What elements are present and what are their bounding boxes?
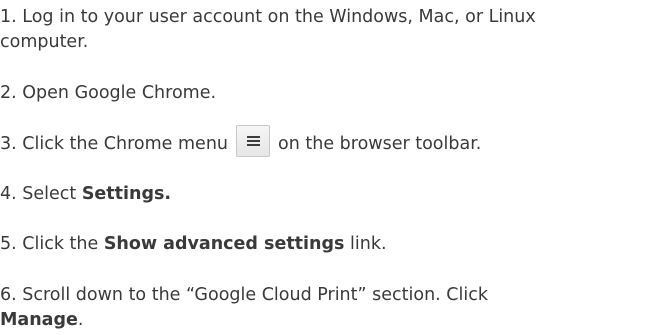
step-5-text-after: link. bbox=[344, 234, 387, 254]
step-1: 1. Log in to your user account on the Wi… bbox=[0, 5, 536, 55]
instruction-document: 1. Log in to your user account on the Wi… bbox=[0, 0, 649, 335]
step-1-line-1: 1. Log in to your user account on the Wi… bbox=[0, 7, 536, 27]
menu-bar-top bbox=[247, 136, 261, 138]
step-5-text-before: 5. Click the bbox=[0, 234, 104, 254]
step-5-advanced-settings-label: Show advanced settings bbox=[103, 234, 345, 254]
menu-bar-middle bbox=[247, 140, 261, 142]
step-4-settings-label: Settings. bbox=[81, 184, 172, 204]
menu-bar-bottom bbox=[247, 144, 261, 146]
step-1-line-2: computer. bbox=[0, 32, 89, 52]
step-6-text-after: . bbox=[77, 310, 84, 330]
step-4-text-before: 4. Select bbox=[0, 184, 82, 204]
step-6: 6. Scroll down to the “Google Cloud Prin… bbox=[0, 283, 488, 333]
step-2-text: 2. Open Google Chrome. bbox=[0, 83, 217, 103]
chrome-menu-icon bbox=[236, 125, 271, 157]
step-3: 3. Click the Chrome menu on the browser t… bbox=[0, 125, 482, 157]
step-5: 5. Click the Show advanced settings link… bbox=[0, 232, 387, 257]
step-2: 2. Open Google Chrome. bbox=[0, 81, 216, 106]
step-3-text-after: on the browser toolbar. bbox=[278, 134, 482, 154]
step-6-line-1: 6. Scroll down to the “Google Cloud Prin… bbox=[0, 285, 488, 305]
step-3-text-before: 3. Click the Chrome menu bbox=[0, 134, 229, 154]
step-6-manage-label: Manage bbox=[0, 310, 78, 330]
step-4: 4. Select Settings. bbox=[0, 182, 171, 207]
